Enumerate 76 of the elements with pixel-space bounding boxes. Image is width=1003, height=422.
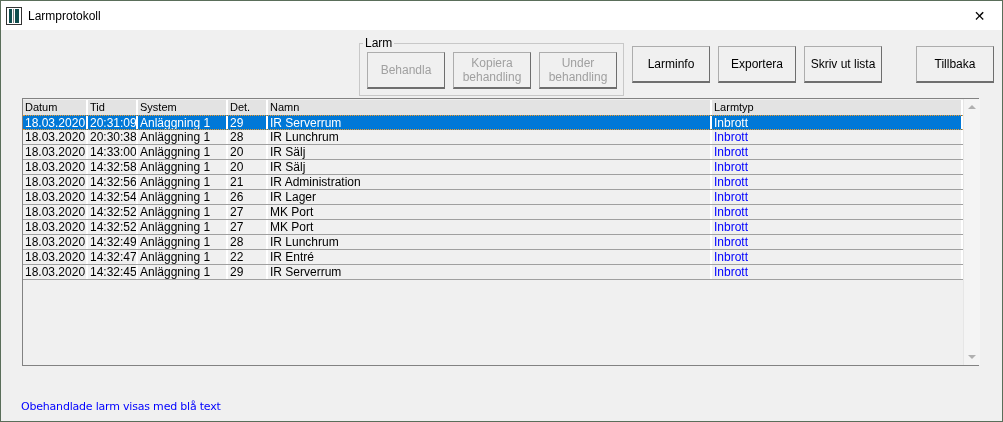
table-cell: Anläggning 1	[138, 130, 228, 144]
table-cell: 14:32:58	[88, 160, 138, 174]
table-row[interactable]: 18.03.2020 14:32:49 Anläggning 1 28 IR Lunchrum Inbrott	[23, 235, 963, 250]
status-note: Obehandlade larm visas med blå text	[21, 400, 221, 413]
table-row[interactable]: 18.03.2020 14:33:00 Anläggning 1 20 IR Sälj Inbrott	[23, 145, 963, 160]
table-cell: Anläggning 1	[138, 235, 228, 249]
table-cell: 27	[228, 220, 268, 234]
table-cell: IR Serverrum	[268, 116, 712, 129]
table-cell: 18.03.2020	[23, 250, 88, 264]
table-cell: 18.03.2020	[23, 265, 88, 279]
table-cell: 29	[228, 265, 268, 279]
table-cell: IR Sälj	[268, 145, 712, 159]
table-cell: 28	[228, 235, 268, 249]
table-cell: IR Serverrum	[268, 265, 712, 279]
table-row[interactable]: 18.03.2020 14:32:58 Anläggning 1 20 IR Sälj Inbrott	[23, 160, 963, 175]
table-cell: 20:30:38	[88, 130, 138, 144]
action-button[interactable]: Exportera	[718, 46, 796, 83]
table-cell: IR Sälj	[268, 160, 712, 174]
table-cell: IR Lunchrum	[268, 235, 712, 249]
table-cell: 29	[228, 116, 268, 129]
table-row[interactable]: 18.03.2020 14:32:52 Anläggning 1 27 MK Port Inbrott	[23, 220, 963, 235]
table-cell: 18.03.2020	[23, 160, 88, 174]
table-cell: 26	[228, 190, 268, 204]
close-button[interactable]: ✕	[957, 1, 1002, 30]
table-cell: 18.03.2020	[23, 220, 88, 234]
table-cell: 28	[228, 130, 268, 144]
table-row[interactable]: 18.03.2020 14:32:47 Anläggning 1 22 IR Entré Inbrott	[23, 250, 963, 265]
table-cell: Anläggning 1	[138, 175, 228, 189]
table-cell: 18.03.2020	[23, 175, 88, 189]
action-button[interactable]: Skriv ut lista	[804, 46, 882, 83]
table-cell: 21	[228, 175, 268, 189]
table-cell: Anläggning 1	[138, 190, 228, 204]
table-cell: Anläggning 1	[138, 145, 228, 159]
table-cell: Anläggning 1	[138, 250, 228, 264]
scrollbar[interactable]	[963, 99, 980, 365]
table-cell: 14:32:52	[88, 220, 138, 234]
table-cell: 18.03.2020	[23, 145, 88, 159]
table-row[interactable]: 18.03.2020 14:32:45 Anläggning 1 29 IR Serverrum Inbrott	[23, 265, 963, 280]
table-cell: MK Port	[268, 220, 712, 234]
table-cell: IR Lunchrum	[268, 130, 712, 144]
table-cell: Anläggning 1	[138, 265, 228, 279]
group-label: Larm	[364, 36, 394, 50]
table-cell: Anläggning 1	[138, 160, 228, 174]
table-cell: Anläggning 1	[138, 205, 228, 219]
table-cell: 14:32:47	[88, 250, 138, 264]
table-cell: 18.03.2020	[23, 205, 88, 219]
table-cell: Anläggning 1	[138, 220, 228, 234]
action-button[interactable]: Tillbaka	[916, 46, 994, 83]
table-cell: 18.03.2020	[23, 116, 88, 129]
table-cell: IR Lager	[268, 190, 712, 204]
table-cell: MK Port	[268, 205, 712, 219]
table-row[interactable]: 18.03.2020 14:32:54 Anläggning 1 26 IR Lager Inbrott	[23, 190, 963, 205]
table-cell: 14:32:49	[88, 235, 138, 249]
table-cell: 20	[228, 145, 268, 159]
table-cell: 14:32:56	[88, 175, 138, 189]
table-row[interactable]: 18.03.2020 14:32:52 Anläggning 1 27 MK Port Inbrott	[23, 205, 963, 220]
app-icon	[6, 6, 22, 25]
action-button[interactable]: Larminfo	[632, 46, 710, 83]
table-cell: 18.03.2020	[23, 130, 88, 144]
table-cell: 14:32:45	[88, 265, 138, 279]
table-cell: 18.03.2020	[23, 190, 88, 204]
table-cell: 27	[228, 205, 268, 219]
table-row[interactable]: 18.03.2020 14:32:56 Anläggning 1 21 IR Administration Inbrott	[23, 175, 963, 190]
table-cell: IR Entré	[268, 250, 712, 264]
table-cell: 14:33:00	[88, 145, 138, 159]
table-cell: 22	[228, 250, 268, 264]
table-cell: 20	[228, 160, 268, 174]
table-cell: Anläggning 1	[138, 116, 228, 129]
table-cell: 20:31:09	[88, 116, 138, 129]
table-cell: 14:32:54	[88, 190, 138, 204]
table-cell: 14:32:52	[88, 205, 138, 219]
table-cell: IR Administration	[268, 175, 712, 189]
window-title: Larmprotokoll	[28, 8, 102, 23]
table-row[interactable]: 18.03.2020 20:31:09 Anläggning 1 29 IR Serverrum Inbrott	[23, 115, 963, 130]
table-row[interactable]: 18.03.2020 20:30:38 Anläggning 1 28 IR Lunchrum Inbrott	[23, 130, 963, 145]
table-cell: 18.03.2020	[23, 235, 88, 249]
